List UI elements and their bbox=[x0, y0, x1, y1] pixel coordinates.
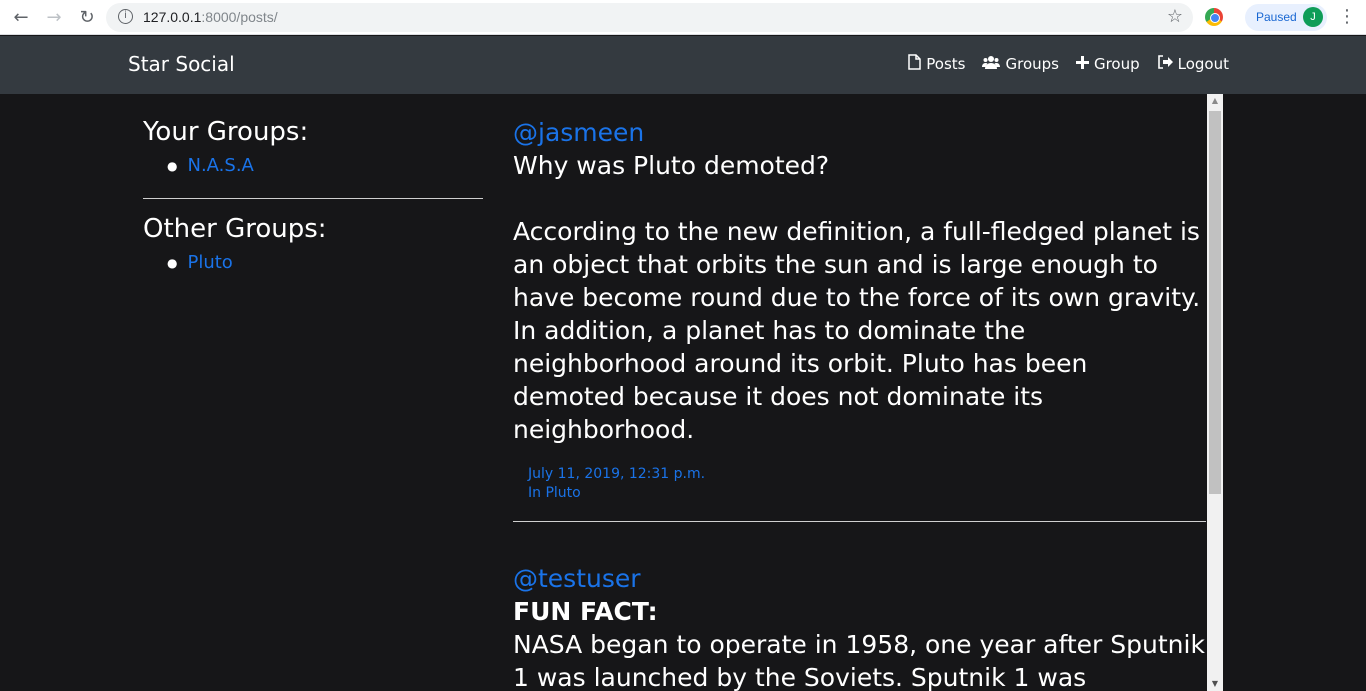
bullet-icon: ● bbox=[167, 159, 178, 173]
nav-posts-link[interactable]: Posts bbox=[908, 54, 965, 74]
groups-sidebar: Your Groups: ● N.A.S.A Other Groups: ● P… bbox=[143, 116, 483, 275]
group-link-nasa[interactable]: N.A.S.A bbox=[187, 154, 253, 178]
address-bar[interactable]: i 127.0.0.1:8000/posts/ ☆ bbox=[106, 3, 1193, 32]
post-title: Why was Pluto demoted? bbox=[513, 151, 830, 180]
other-groups-list: ● Pluto bbox=[167, 251, 483, 275]
plus-icon bbox=[1075, 55, 1089, 73]
extension-icon[interactable] bbox=[1205, 8, 1223, 26]
nav-links: Posts Groups Group Logout bbox=[908, 54, 1229, 74]
post-title: FUN FACT: bbox=[513, 597, 658, 626]
scrollbar-thumb[interactable] bbox=[1209, 111, 1221, 494]
list-item: ● N.A.S.A bbox=[167, 154, 483, 178]
browser-toolbar: ← → ↻ i 127.0.0.1:8000/posts/ ☆ Paused J… bbox=[0, 0, 1366, 35]
nav-posts-label: Posts bbox=[926, 55, 966, 73]
reload-icon[interactable]: ↻ bbox=[75, 5, 99, 29]
sidebar-divider bbox=[143, 198, 483, 199]
profile-button[interactable]: Paused J bbox=[1245, 4, 1327, 31]
nav-logout-label: Logout bbox=[1177, 55, 1229, 73]
back-icon[interactable]: ← bbox=[9, 5, 33, 29]
post-group-link[interactable]: In Pluto bbox=[528, 484, 1206, 503]
posts-feed: @jasmeen Why was Pluto demoted? Accordin… bbox=[513, 116, 1206, 691]
nav-groups-label: Groups bbox=[1005, 55, 1059, 73]
menu-icon[interactable]: ⋮ bbox=[1338, 6, 1356, 28]
bullet-icon: ● bbox=[167, 256, 178, 270]
site-info-icon[interactable]: i bbox=[118, 9, 133, 24]
forward-icon[interactable]: → bbox=[42, 5, 66, 29]
logout-icon bbox=[1157, 55, 1173, 73]
post-body: According to the new definition, a full-… bbox=[513, 217, 1201, 444]
bookmark-star-icon[interactable]: ☆ bbox=[1167, 6, 1183, 27]
list-item: ● Pluto bbox=[167, 251, 483, 275]
post-date-link[interactable]: July 11, 2019, 12:31 p.m. bbox=[528, 465, 1206, 484]
brand-link[interactable]: Star Social bbox=[128, 52, 235, 76]
post-author-link[interactable]: @testuser bbox=[513, 562, 1206, 596]
profile-status: Paused bbox=[1256, 10, 1297, 24]
post-author-link[interactable]: @jasmeen bbox=[513, 116, 1206, 150]
post-item: @jasmeen Why was Pluto demoted? Accordin… bbox=[513, 116, 1206, 522]
your-groups-heading: Your Groups: bbox=[143, 117, 309, 147]
scroll-up-arrow-icon[interactable]: ▲ bbox=[1207, 94, 1223, 108]
url-text[interactable]: 127.0.0.1:8000/posts/ bbox=[143, 9, 278, 25]
users-icon bbox=[982, 55, 1001, 74]
url-host: 127.0.0.1 bbox=[143, 9, 202, 25]
other-groups-heading: Other Groups: bbox=[143, 214, 327, 244]
url-path: :8000/posts/ bbox=[201, 9, 278, 25]
post-item: @testuser FUN FACT: NASA began to operat… bbox=[513, 562, 1206, 691]
post-divider bbox=[513, 521, 1206, 522]
post-meta: July 11, 2019, 12:31 p.m. In Pluto bbox=[528, 465, 1206, 503]
post-body: NASA began to operate in 1958, one year … bbox=[513, 630, 1205, 691]
nav-groups-link[interactable]: Groups bbox=[982, 54, 1059, 74]
nav-new-group-link[interactable]: Group bbox=[1075, 54, 1140, 74]
nav-new-group-label: Group bbox=[1093, 55, 1140, 73]
site-navbar: Star Social Posts Groups Group Logout bbox=[0, 36, 1366, 94]
file-icon bbox=[908, 54, 922, 74]
feed-scrollbar[interactable]: ▲ ▼ bbox=[1207, 94, 1223, 691]
group-link-pluto[interactable]: Pluto bbox=[187, 251, 232, 275]
avatar: J bbox=[1303, 7, 1323, 27]
scroll-down-arrow-icon[interactable]: ▼ bbox=[1207, 677, 1223, 691]
your-groups-list: ● N.A.S.A bbox=[167, 154, 483, 178]
nav-logout-link[interactable]: Logout bbox=[1157, 54, 1229, 74]
page-content: Your Groups: ● N.A.S.A Other Groups: ● P… bbox=[0, 94, 1366, 691]
